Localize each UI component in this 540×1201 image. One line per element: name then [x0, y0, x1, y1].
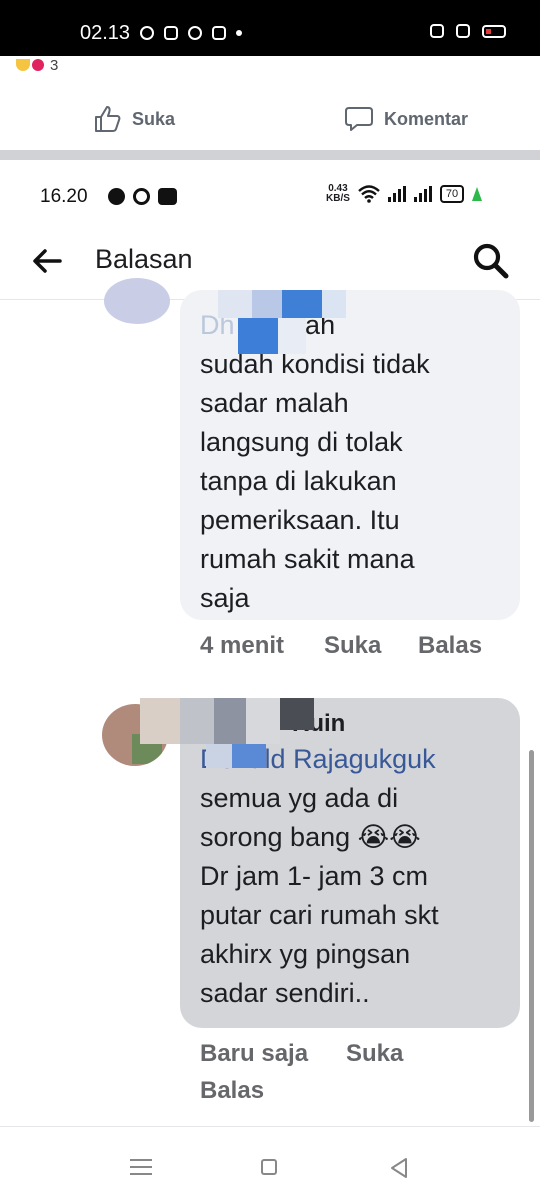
censor-blur	[218, 290, 346, 318]
comment-bubble-icon	[345, 107, 373, 131]
censor-blur	[140, 698, 314, 744]
system-back-icon[interactable]	[388, 1157, 410, 1179]
like-link[interactable]: Suka	[324, 632, 381, 660]
inner-status-bar: 16.20 0.43 KB/S 70	[0, 178, 540, 218]
app-icon	[212, 26, 226, 40]
reaction-summary[interactable]: 3	[16, 56, 58, 74]
instagram-icon	[164, 26, 178, 40]
reaction-count: 3	[50, 56, 59, 74]
comment-label: Komentar	[384, 108, 469, 129]
facebook-icon	[108, 188, 125, 205]
avatar[interactable]	[104, 278, 170, 324]
notification-icons	[140, 26, 242, 40]
tiktok-icon	[188, 26, 202, 40]
page-title: Balasan	[95, 244, 193, 274]
scrollbar[interactable]	[529, 750, 534, 1122]
censor-blur-2	[206, 744, 266, 768]
comment-bubble: Dh uin wah sudah kondisi tidak sadar mal…	[180, 290, 520, 620]
system-icons	[430, 24, 506, 38]
facebook-icon	[140, 26, 154, 40]
more-notifications-icon	[236, 30, 242, 36]
outer-status-bar: 02.13	[0, 0, 540, 56]
charging-icon	[472, 187, 483, 201]
like-link[interactable]: Suka	[346, 1040, 403, 1068]
app-header: Balasan	[0, 226, 540, 296]
home-button[interactable]	[261, 1159, 277, 1175]
signal-bars-icon	[387, 186, 406, 202]
comment-body: wah sudah kondisi tidak sadar malah lang…	[200, 310, 430, 613]
system-nav-bar	[0, 1126, 540, 1201]
inner-notification-icons	[108, 188, 177, 205]
back-arrow-icon[interactable]	[30, 244, 64, 278]
signal-icon	[456, 24, 470, 38]
vibrate-icon	[430, 24, 444, 38]
comment-button[interactable]: Komentar	[344, 104, 468, 134]
comment-bubble: Ruin Donald Rajagukguk semua yg ada di s…	[140, 698, 520, 1028]
battery-indicator: 70	[439, 185, 465, 203]
inner-status-time: 16.20	[40, 186, 88, 207]
search-icon[interactable]	[470, 240, 512, 282]
reply-link[interactable]: Balas	[418, 632, 482, 660]
inner-system-icons: 0.43 KB/S 70	[326, 184, 483, 204]
sad-reaction-icon	[16, 59, 30, 71]
wifi-icon	[358, 185, 380, 203]
screenshot-divider	[0, 150, 540, 160]
like-button[interactable]: Suka	[92, 104, 175, 134]
comment-time: 4 menit	[200, 632, 285, 659]
network-speed: 0.43 KB/S	[326, 184, 350, 204]
signal-bars-icon-2	[413, 186, 432, 202]
status-time: 02.13	[80, 22, 131, 44]
youtube-icon	[158, 188, 177, 205]
comment-time: Baru saja	[200, 1040, 309, 1067]
thumbs-up-icon	[95, 106, 121, 132]
battery-low-icon	[482, 24, 506, 38]
love-reaction-icon	[32, 59, 44, 71]
post-actions: Suka Komentar	[0, 92, 540, 144]
sync-icon	[133, 188, 150, 205]
comment-body: semua yg ada di sorong bang 😭😭 Dr jam 1-…	[200, 783, 439, 1008]
like-label: Suka	[132, 108, 176, 129]
network-speed-unit: KB/S	[326, 193, 350, 204]
recent-apps-button[interactable]	[130, 1159, 152, 1175]
censor-blur-2	[238, 318, 306, 354]
reply-link[interactable]: Balas	[200, 1077, 264, 1105]
